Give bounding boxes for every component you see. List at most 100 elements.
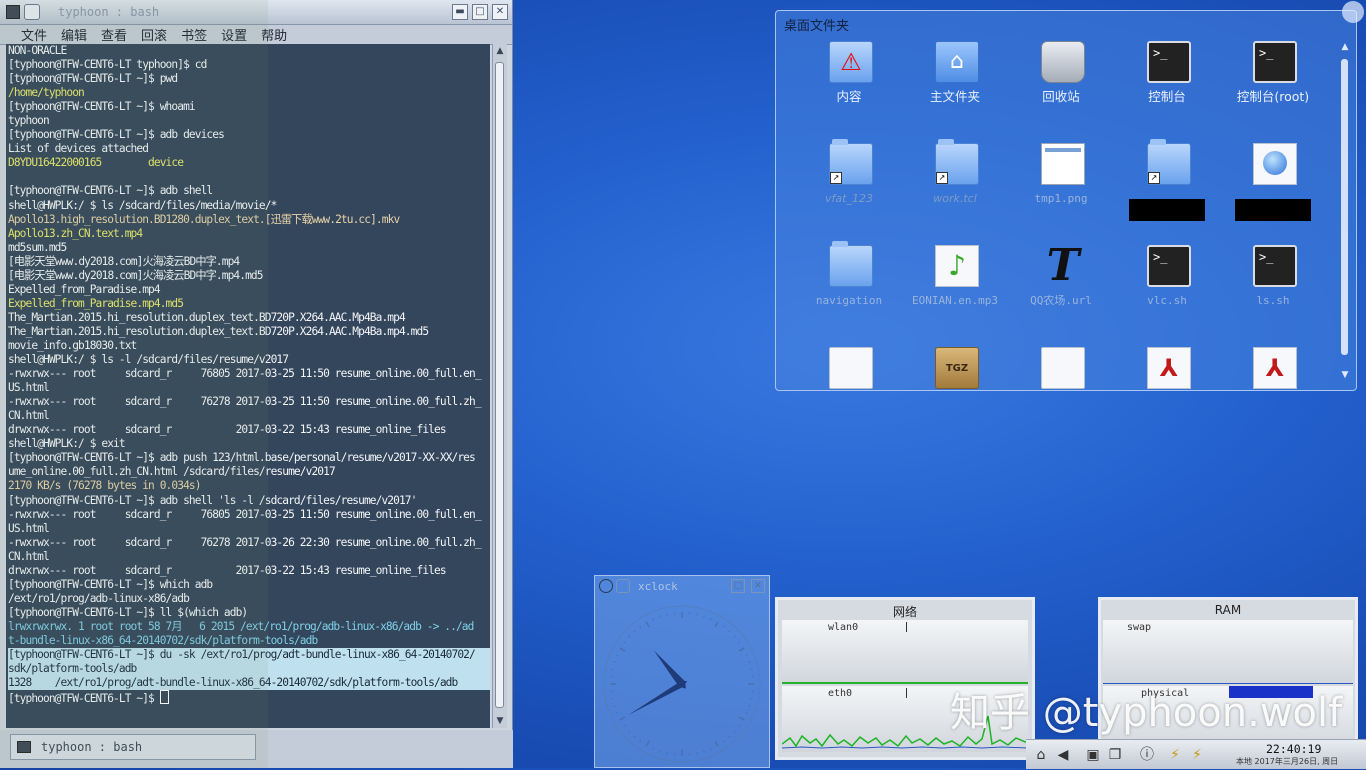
menu-scrollback[interactable]: 回滚 xyxy=(134,25,174,44)
terminal-line: /ext/ro1/prog/adb-linux-x86/adb xyxy=(8,592,490,606)
desktop-icon[interactable] xyxy=(796,343,902,443)
terminal-line: The_Martian.2015.hi_resolution.duplex_te… xyxy=(8,325,490,339)
menu-settings[interactable]: 设置 xyxy=(214,25,254,44)
xclock-titlebar[interactable]: xclock □ ✕ xyxy=(595,576,769,596)
wlan0-graph: wlan0 xyxy=(782,620,1028,684)
menu-view[interactable]: 查看 xyxy=(94,25,134,44)
maximize-button[interactable]: □ xyxy=(472,4,488,20)
terminal-line: The_Martian.2015.hi_resolution.duplex_te… xyxy=(8,311,490,325)
desktop-icon[interactable]: >_ls.sh xyxy=(1220,241,1326,341)
terminal-line: shell@HWPLK:/ $ exit xyxy=(8,437,490,451)
folder-scrollbar-thumb[interactable] xyxy=(1341,59,1348,355)
clock-tick xyxy=(653,748,654,750)
desktop-icon[interactable]: TQQ农场.url xyxy=(1008,241,1114,341)
xclock-window[interactable]: xclock □ ✕ xyxy=(594,575,770,768)
clock-tick xyxy=(739,717,744,720)
desktop-icon[interactable]: >_vlc.sh xyxy=(1114,241,1220,341)
menu-bookmarks[interactable]: 书签 xyxy=(174,25,214,44)
terminal-line: [typhoon@TFW-CENT6-LT ~]$ adb push 123/h… xyxy=(8,451,490,465)
terminal-line: D8YDU16422000165 device xyxy=(8,156,490,170)
volume-icon[interactable]: ◀ xyxy=(1054,746,1072,764)
desktop-icon[interactable]: navigation xyxy=(796,241,902,341)
close-button[interactable]: ✕ xyxy=(492,4,508,20)
terminal-title: typhoon : bash xyxy=(58,5,159,19)
close-button[interactable]: ✕ xyxy=(751,579,765,593)
minute-hand xyxy=(628,681,687,715)
terminal-line: US.html xyxy=(8,381,490,395)
folder-scrollbar[interactable]: ▲ ▼ xyxy=(1339,41,1351,381)
desktop-icon[interactable]: ↗ xyxy=(1114,139,1220,239)
desktop-icon[interactable]: >_控制台 xyxy=(1114,37,1220,137)
desktop-icon[interactable]: 回收站 xyxy=(1008,37,1114,137)
desktop-icon[interactable] xyxy=(1008,343,1114,443)
cpu-freq-icon[interactable]: ⚡ xyxy=(1166,746,1184,764)
desktop-icon-label: tmp1.png xyxy=(1008,191,1114,207)
terminal-line: lrwxrwxrwx. 1 root root 58 7月 6 2015 /ex… xyxy=(8,620,490,634)
terminal-icon: >_ xyxy=(1147,41,1191,83)
clock-tick xyxy=(628,731,629,732)
scroll-up-icon[interactable]: ▲ xyxy=(1339,41,1351,53)
desktop-folder-window[interactable]: 桌面文件夹 ⚠内容⌂主文件夹回收站>_控制台>_控制台(root)↗vfat_1… xyxy=(775,10,1357,391)
menu-file[interactable]: 文件 xyxy=(14,25,54,44)
clock-tick xyxy=(710,748,711,750)
menu-edit[interactable]: 编辑 xyxy=(54,25,94,44)
clipboard-icon[interactable]: ❐ xyxy=(1106,746,1124,764)
terminal-line: -rwxrwx--- root sdcard_r 76278 2017-03-2… xyxy=(8,536,490,550)
text-file-icon xyxy=(1041,347,1085,389)
desktop-icon[interactable]: ⚠内容 xyxy=(796,37,902,137)
terminal-output: NON-ORACLE[typhoon@TFW-CENT6-LT typhoon]… xyxy=(8,44,490,704)
terminal-line: [typhoon@TFW-CENT6-LT ~]$ du -sk /ext/ro… xyxy=(8,648,490,662)
xclock-app-icon xyxy=(599,579,613,593)
terminal-line: Apollo13.high_resolution.BD1280.duplex_t… xyxy=(8,213,490,227)
scroll-down-icon[interactable]: ▼ xyxy=(493,714,507,728)
desktop-icon[interactable]: ⅄ xyxy=(1114,343,1220,443)
clock-tick xyxy=(646,622,649,627)
tray-clock-time[interactable]: 22:40:19 xyxy=(1266,742,1321,756)
desktop-icon[interactable]: >_控制台(root) xyxy=(1220,37,1326,137)
desktop-icon[interactable]: ↗work.tcl xyxy=(902,139,1008,239)
clock-tick xyxy=(646,741,649,746)
network-icon[interactable]: ⌂ xyxy=(1032,746,1050,764)
desktop-icon[interactable]: ♪EONIAN.en.mp3 xyxy=(902,241,1008,341)
desktop-icon[interactable] xyxy=(1220,139,1326,239)
desktop-icon[interactable]: ↗vfat_123 xyxy=(796,139,902,239)
scroll-down-icon[interactable]: ▼ xyxy=(1339,369,1351,381)
minimize-button[interactable]: ▬ xyxy=(452,4,468,20)
info-icon[interactable]: ⓘ xyxy=(1138,746,1156,764)
terminal-window[interactable]: typhoon : bash ▬ □ ✕ 文件 编辑 查看 回滚 书签 设置 帮… xyxy=(0,0,513,768)
terminal-line: Apollo13.zh_CN.text.mp4 xyxy=(8,227,490,241)
window-menu-icon[interactable] xyxy=(24,4,40,20)
terminal-line: [typhoon@TFW-CENT6-LT ~]$ xyxy=(8,690,490,704)
desktop-icon-label: work.tcl xyxy=(902,191,1008,207)
desktop-icon[interactable]: tmp1.png xyxy=(1008,139,1114,239)
scroll-up-icon[interactable]: ▲ xyxy=(493,44,507,58)
terminal-line: ume_online.00_full.zh_CN.html /sdcard/fi… xyxy=(8,465,490,479)
clock-tick xyxy=(739,725,741,726)
folder-close-icon[interactable] xyxy=(1342,1,1364,23)
window-menu-icon[interactable] xyxy=(616,579,630,593)
desktop-icon[interactable]: ⌂主文件夹 xyxy=(902,37,1008,137)
display-icon[interactable]: ▣ xyxy=(1084,746,1102,764)
terminal-line: -rwxrwx--- root sdcard_r 76278 2017-03-2… xyxy=(8,395,490,409)
tray-clock-date: 本地 2017年三月26日, 周日 xyxy=(1236,756,1338,767)
desktop-icon-label: navigation xyxy=(796,293,902,309)
clock-tick xyxy=(723,741,724,743)
desktop-icon[interactable]: ⅄ xyxy=(1220,343,1326,443)
scrollbar-thumb[interactable] xyxy=(495,62,504,708)
desktop-icon-label: 主文件夹 xyxy=(902,89,1008,105)
terminal-screen[interactable]: NON-ORACLE[typhoon@TFW-CENT6-LT typhoon]… xyxy=(6,44,490,728)
desktop-icon[interactable]: TGZ xyxy=(902,343,1008,443)
terminal-scrollbar[interactable]: ▲ ▼ xyxy=(492,44,507,728)
clock-tick xyxy=(734,731,735,732)
maximize-button[interactable]: □ xyxy=(731,579,745,593)
text-cursor xyxy=(160,690,169,704)
clock-tick xyxy=(729,736,730,737)
warning-folder-icon: ⚠ xyxy=(829,41,873,83)
clock-tick xyxy=(614,706,616,707)
menu-help[interactable]: 帮助 xyxy=(254,25,294,44)
terminal-titlebar[interactable]: typhoon : bash ▬ □ ✕ xyxy=(0,0,512,25)
redacted-label xyxy=(1235,199,1311,221)
terminal-session-tab[interactable]: typhoon : bash xyxy=(10,734,256,760)
clock-tick xyxy=(715,741,718,746)
cpu-freq-icon-2[interactable]: ⚡ xyxy=(1188,746,1206,764)
